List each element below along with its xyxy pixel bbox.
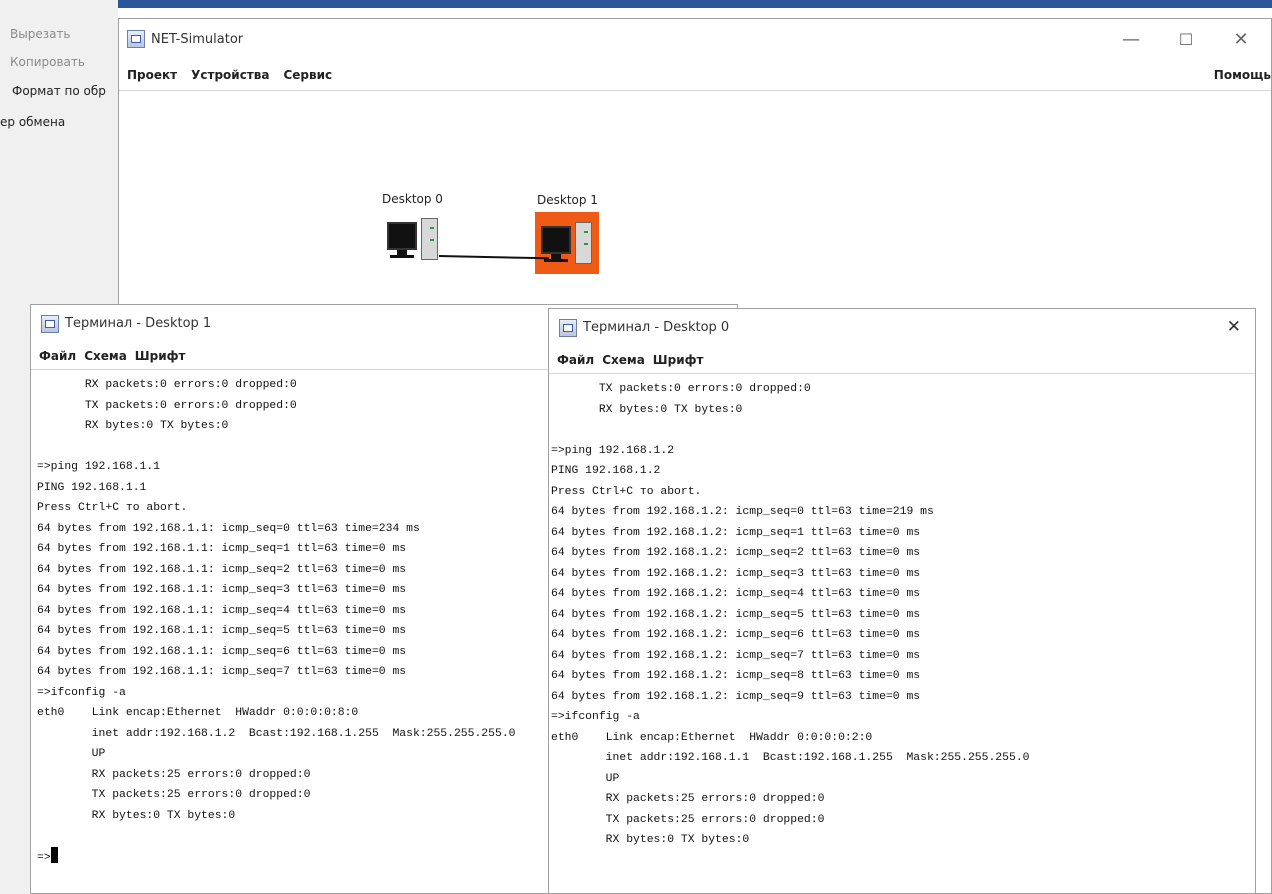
terminal0-close-button[interactable]: ✕ [1227,317,1241,337]
terminal1-menu-scheme[interactable]: Схема [84,349,127,363]
terminal-line: Press Ctrl+C то abort. [551,485,702,498]
maximize-button[interactable]: ☐ [1156,19,1216,59]
copy-menu-item[interactable]: Копировать [10,55,85,69]
terminal-line: 64 bytes from 192.168.1.2: icmp_seq=0 tt… [551,506,934,518]
terminal-line: =>ifconfig -a [551,711,640,723]
terminal0-menu-font[interactable]: Шрифт [653,353,704,367]
menu-service[interactable]: Сервис [281,64,334,86]
terminal-line: 64 bytes from 192.168.1.2: icmp_seq=4 tt… [551,588,921,600]
terminal-line: TX packets:25 errors:0 dropped:0 [551,813,825,826]
terminal-prompt: => [37,851,51,864]
terminal-line: inet addr:192.168.1.1 Bcast:192.168.1.25… [551,752,1030,764]
minimize-button[interactable]: — [1101,19,1161,59]
background-app-ribbon [75,0,1272,8]
terminal-line: 64 bytes from 192.168.1.2: icmp_seq=5 tt… [551,608,921,621]
menu-project[interactable]: Проект [125,64,179,86]
terminal-line: RX bytes:0 TX bytes:0 [551,403,743,416]
format-painter-menu-item[interactable]: Формат по обр [12,84,106,98]
terminal-line: 64 bytes from 192.168.1.2: icmp_seq=9 tt… [551,690,921,703]
java-app-icon [41,314,59,333]
terminal-line: RX packets:25 errors:0 dropped:0 [551,793,825,805]
terminal-line: RX bytes:0 TX bytes:0 [551,834,750,846]
terminal-line: 64 bytes from 192.168.1.2: icmp_seq=7 tt… [551,649,921,662]
cut-menu-item[interactable]: Вырезать [10,27,71,41]
terminal0-output[interactable]: TX packets:0 errors:0 dropped:0 RX bytes… [549,374,1255,851]
main-window-title: NET-Simulator [151,31,244,47]
text-cursor [50,846,58,863]
main-title-bar[interactable]: NET-Simulator — ☐ ✕ [119,19,1271,59]
terminal0-menu-scheme[interactable]: Схема [602,353,645,367]
terminal1-menu-font[interactable]: Шрифт [135,349,186,363]
terminal0-title-bar[interactable]: Терминал - Desktop 0 ✕ [549,309,1255,346]
terminal0-menu-file[interactable]: Файл [557,353,594,367]
java-app-icon [127,30,145,48]
terminal1-title: Терминал - Desktop 1 [65,316,212,331]
network-link[interactable] [438,255,549,260]
menu-devices[interactable]: Устройства [189,64,271,86]
terminal-line: =>ping 192.168.1.2 [551,444,675,457]
terminal-line: 64 bytes from 192.168.1.2: icmp_seq=1 tt… [551,526,921,539]
terminal-line: UP [551,772,620,785]
terminal-line: PING 192.168.1.2 [551,465,661,477]
device-label-desktop1: Desktop 1 [537,193,598,207]
desktop0-pc-icon[interactable] [385,218,441,262]
java-app-icon [559,318,577,337]
terminal-line: 64 bytes from 192.168.1.2: icmp_seq=3 tt… [551,567,921,580]
terminal-line: 64 bytes from 192.168.1.2: icmp_seq=2 tt… [551,547,921,559]
terminal1-menu-file[interactable]: Файл [39,349,76,363]
terminal-window-desktop0: Терминал - Desktop 0 ✕ Файл Схема Шрифт … [548,308,1256,894]
terminal-line: 64 bytes from 192.168.1.2: icmp_seq=6 tt… [551,629,921,641]
terminal-line: eth0 Link encap:Ethernet HWaddr 0:0:0:0:… [551,731,873,744]
terminal0-title: Терминал - Desktop 0 [583,320,730,335]
main-menu-bar: Проект Устройства Сервис [119,59,1271,91]
device-label-desktop0: Desktop 0 [382,192,443,206]
clipboard-group-label: ер обмена [0,115,66,129]
terminal-line: TX packets:0 errors:0 dropped:0 [551,383,811,395]
terminal0-menu-bar: Файл Схема Шрифт [549,346,1255,374]
terminal-line: 64 bytes from 192.168.1.2: icmp_seq=8 tt… [551,670,921,682]
close-button[interactable]: ✕ [1211,19,1271,59]
desktop1-pc-icon[interactable] [539,222,595,266]
menu-help[interactable]: Помощь [1214,59,1271,91]
